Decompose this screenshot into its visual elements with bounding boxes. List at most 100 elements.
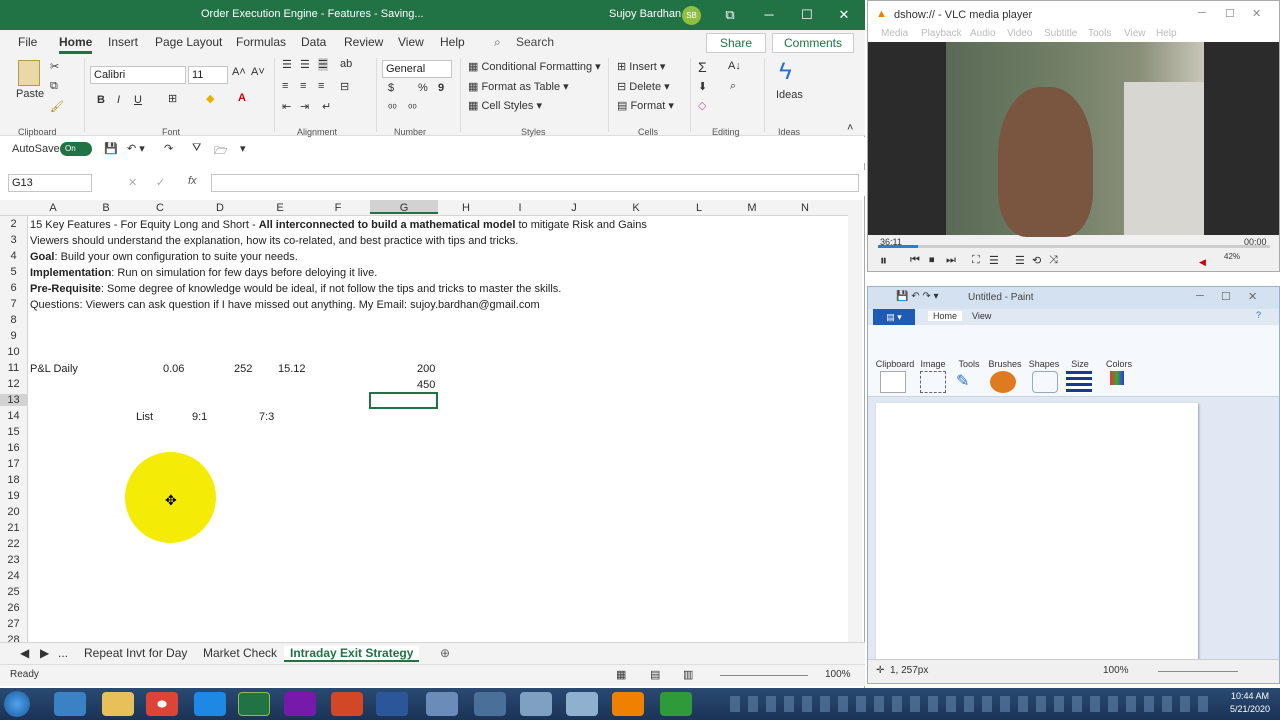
zoom-slider[interactable] (1158, 671, 1238, 672)
cell-styles-button[interactable]: ▦ Cell Styles ▾ (468, 99, 542, 112)
powerpoint-icon[interactable] (331, 692, 363, 716)
explorer-icon[interactable] (102, 692, 134, 716)
maximize-button[interactable]: ☐ (1225, 7, 1235, 20)
mute-icon[interactable]: ◀ (1199, 257, 1206, 268)
row-header[interactable]: 15 (0, 426, 27, 438)
column-header[interactable]: F (306, 202, 370, 214)
row-header[interactable]: 21 (0, 522, 27, 534)
search-icon[interactable]: ⌕ (494, 35, 501, 50)
search-box[interactable]: Search (516, 35, 554, 49)
tab-home[interactable]: Home (59, 35, 93, 54)
clear-icon[interactable]: ◇ (698, 99, 706, 112)
borders-icon[interactable]: ⊞ (168, 92, 177, 105)
lightning-icon[interactable]: ϟ (779, 58, 792, 86)
formula-input[interactable] (211, 174, 859, 192)
maximize-button[interactable]: ☐ (1221, 290, 1231, 303)
ie-icon[interactable] (54, 692, 86, 716)
tab-review[interactable]: Review (344, 35, 383, 49)
cell-e11[interactable]: 15.12 (278, 363, 306, 375)
tab-insert[interactable]: Insert (108, 35, 138, 49)
size-icon[interactable] (1066, 371, 1092, 393)
clipboard-icon[interactable] (880, 371, 906, 393)
ideas-button[interactable]: Ideas (776, 89, 803, 101)
loop-icon[interactable]: ⟲ (1032, 254, 1041, 267)
vertical-scrollbar[interactable] (848, 200, 862, 648)
close-button[interactable]: ✕ (832, 5, 856, 25)
pause-button[interactable]: ⏸ (880, 252, 887, 269)
avatar[interactable]: SB (682, 6, 701, 25)
wrap-text-icon[interactable]: ↵ (322, 100, 331, 113)
menu-media[interactable]: Media (881, 28, 908, 39)
customize-qat-icon[interactable]: ▾ (240, 142, 246, 155)
excel-icon[interactable] (238, 692, 270, 716)
shapes-icon[interactable] (1032, 371, 1058, 393)
cell-a3[interactable]: Viewers should understand the explanatio… (30, 235, 518, 247)
currency-button[interactable]: $ (388, 82, 394, 94)
system-tray-icons[interactable] (730, 696, 1210, 712)
row-header[interactable]: 17 (0, 458, 27, 470)
cell-a4[interactable]: Goal: Build your own configuration to su… (30, 251, 298, 263)
clock[interactable]: 10:44 AM 5/21/2020 (1222, 690, 1278, 716)
menu-help[interactable]: Help (1156, 28, 1177, 39)
row-header[interactable]: 13 (0, 394, 27, 406)
orientation-icon[interactable]: ab (340, 58, 352, 70)
app-icon[interactable] (474, 692, 506, 716)
page-break-icon[interactable]: ▥ (683, 668, 693, 681)
cell-d11[interactable]: 252 (234, 363, 252, 375)
tab-help[interactable]: Help (440, 35, 465, 49)
extended-settings-icon[interactable]: ☰ (989, 254, 999, 267)
cell-g12[interactable]: 450 (417, 379, 435, 391)
percent-button[interactable]: % (418, 82, 428, 94)
align-left-icon[interactable]: ≡ (282, 80, 288, 92)
drawing-canvas[interactable] (876, 403, 1198, 659)
chrome-icon[interactable] (146, 692, 178, 716)
menu-view[interactable]: View (1124, 28, 1146, 39)
minimize-button[interactable]: ─ (1196, 290, 1204, 302)
tab-page-layout[interactable]: Page Layout (155, 35, 222, 49)
align-right-icon[interactable]: ≡ (318, 80, 324, 92)
menu-tools[interactable]: Tools (1088, 28, 1111, 39)
bottom-align-icon[interactable]: ☰ (318, 58, 328, 71)
sheet-tab-market-check[interactable]: Market Check (203, 646, 277, 660)
column-header[interactable]: L (670, 202, 728, 214)
colors-icon[interactable] (1110, 371, 1124, 385)
align-center-icon[interactable]: ≡ (300, 80, 306, 92)
increase-font-icon[interactable]: A˄ (232, 66, 246, 78)
normal-view-icon[interactable]: ▦ (616, 668, 626, 681)
increase-decimal-icon[interactable]: ⁰⁰ (388, 102, 397, 115)
close-button[interactable]: ✕ (1248, 290, 1257, 303)
autosum-button[interactable]: Σ (698, 59, 707, 75)
zoom-level[interactable]: 100% (825, 669, 851, 680)
menu-audio[interactable]: Audio (970, 28, 996, 39)
maximize-button[interactable]: ☐ (795, 5, 819, 25)
decrease-indent-icon[interactable]: ⇤ (282, 100, 291, 113)
paint-icon[interactable] (566, 692, 598, 716)
insert-function-button[interactable]: fx (188, 175, 197, 187)
column-header[interactable]: A (28, 202, 78, 214)
help-icon[interactable]: ? (1256, 310, 1261, 320)
row-header[interactable]: 12 (0, 378, 27, 390)
font-color-icon[interactable]: A (238, 92, 246, 104)
filter-icon[interactable]: ⛛ (192, 142, 201, 155)
column-header[interactable]: B (78, 202, 134, 214)
row-header[interactable]: 2 (0, 218, 27, 230)
redo-icon[interactable]: ↷ (164, 142, 173, 155)
delete-cells-button[interactable]: ⊟ Delete ▾ (617, 80, 670, 93)
row-header[interactable]: 14 (0, 410, 27, 422)
cell-a6[interactable]: Pre-Requisite: Some degree of knowledge … (30, 283, 561, 295)
column-header[interactable]: I (494, 202, 546, 214)
row-header[interactable]: 27 (0, 618, 27, 630)
stop-icon[interactable]: ⏹ (929, 254, 935, 267)
row-header[interactable]: 8 (0, 314, 27, 326)
cell-a2[interactable]: 15 Key Features - For Equity Long and Sh… (30, 219, 647, 231)
previous-icon[interactable]: ⏮ (910, 254, 920, 267)
tab-data[interactable]: Data (301, 35, 326, 49)
app-icon[interactable] (426, 692, 458, 716)
shuffle-icon[interactable]: ⤨ (1049, 254, 1058, 267)
share-button[interactable]: Share (706, 33, 766, 53)
insert-cells-button[interactable]: ⊞ Insert ▾ (617, 60, 665, 73)
copy-icon[interactable]: ⧉ (50, 80, 58, 93)
fill-icon[interactable]: ⬇ (698, 80, 707, 93)
comments-button[interactable]: Comments (772, 33, 854, 53)
menu-playback[interactable]: Playback (921, 28, 962, 39)
